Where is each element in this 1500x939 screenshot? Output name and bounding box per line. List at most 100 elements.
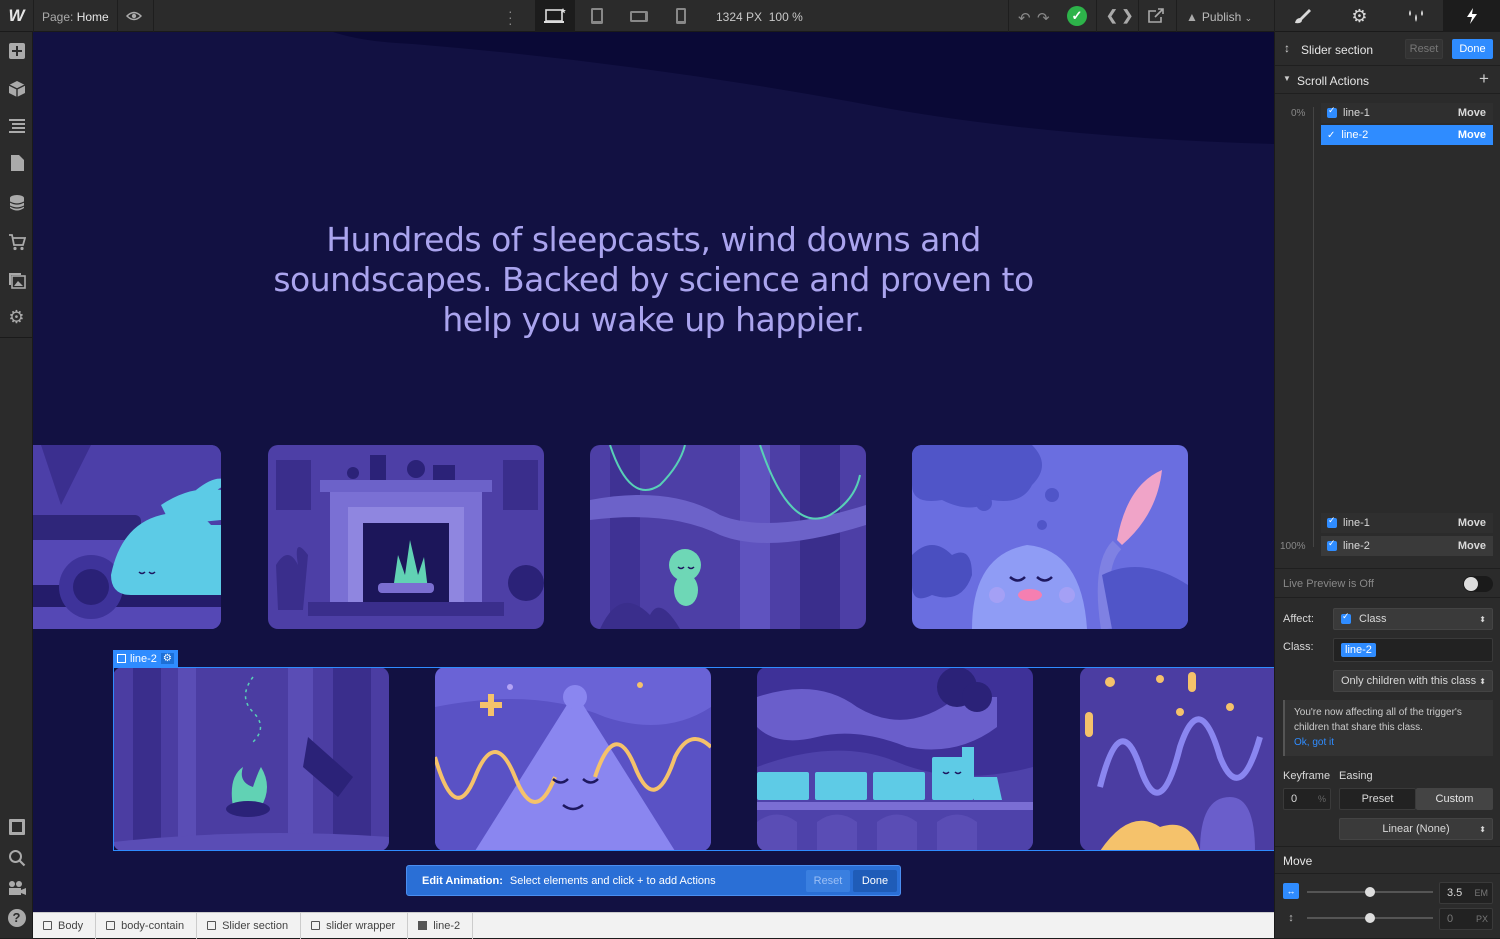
trigger-title: Slider section — [1301, 43, 1374, 57]
top-toolbar: W Page: Home · · · 1324 PX 100 % ↶ ↷ ✓ ❮ ❯… — [0, 0, 1500, 32]
frame-icon[interactable] — [6, 816, 27, 837]
desktop-breakpoint-icon[interactable] — [535, 0, 575, 32]
headline-line-2: soundscapes. Backed by science and prove… — [273, 260, 1034, 299]
element-box-icon — [311, 921, 321, 930]
move-y-value: 0 — [1447, 913, 1454, 925]
easing-select[interactable]: Linear (None) ⬍ — [1339, 818, 1493, 840]
action-target: line-2 — [1343, 540, 1370, 552]
affect-select[interactable]: Class ⬍ — [1333, 608, 1493, 630]
style-tab[interactable] — [1274, 0, 1331, 32]
action-line-2-start[interactable]: ✓ line-2 Move — [1321, 125, 1493, 145]
settings-icon[interactable]: ⚙ — [6, 307, 27, 328]
live-preview-toggle[interactable] — [1463, 576, 1493, 592]
ecommerce-icon[interactable] — [6, 231, 27, 252]
page-prefix: Page: — [42, 10, 74, 24]
image-icon — [418, 921, 428, 930]
webflow-logo[interactable]: W — [0, 0, 33, 32]
action-line-1-end[interactable]: line-1 Move — [1321, 513, 1493, 533]
cat-illustration[interactable] — [33, 445, 221, 629]
move-x-slider-handle[interactable] — [1365, 887, 1375, 897]
checkbox-icon[interactable] — [1327, 105, 1337, 118]
panel-done-button[interactable]: Done — [1452, 39, 1493, 59]
help-icon[interactable]: ? — [6, 907, 27, 928]
wavy-abstract-illustration[interactable] — [1080, 667, 1274, 851]
move-y-slider-handle[interactable] — [1365, 913, 1375, 923]
checkbox-icon[interactable] — [1327, 515, 1337, 528]
crumb-line-2[interactable]: line-2 — [408, 912, 474, 939]
hero-headline[interactable]: Hundreds of sleepcasts, wind downs and s… — [33, 220, 1274, 340]
children-select[interactable]: Only children with this class ⬍ — [1333, 670, 1493, 692]
vertical-arrows-icon: ↕ — [1284, 41, 1290, 55]
mobile-landscape-icon[interactable] — [619, 0, 659, 32]
select-arrows-icon: ⬍ — [1479, 824, 1486, 834]
sleeping-mountain-illustration[interactable] — [435, 667, 711, 851]
interactions-tab[interactable] — [1387, 0, 1444, 32]
tablet-breakpoint-icon[interactable] — [577, 0, 617, 32]
code-export-icon[interactable]: ❮ ❯ — [1106, 7, 1133, 24]
crumb-slider-section[interactable]: Slider section — [197, 912, 302, 939]
children-option: Only children with this class — [1341, 675, 1477, 687]
monkey-jungle-illustration[interactable] — [590, 445, 866, 629]
redo-icon[interactable]: ↷ — [1037, 9, 1050, 27]
left-toolbar: ⚙ ? — [0, 32, 33, 938]
crumb-label: Body — [58, 919, 84, 932]
status-check-icon[interactable]: ✓ — [1067, 6, 1087, 26]
easing-label: Easing — [1339, 770, 1373, 782]
affect-value: Class — [1359, 613, 1387, 625]
navigator-icon[interactable] — [6, 115, 27, 136]
rocket-icon: ▲ — [1186, 10, 1198, 24]
crumb-label: Slider section — [222, 919, 289, 932]
element-settings-icon[interactable]: ⚙ — [160, 653, 174, 664]
class-token[interactable]: line-2 — [1341, 643, 1376, 657]
easing-preset-button[interactable]: Preset — [1339, 788, 1416, 810]
crumb-body-contain[interactable]: body-contain — [96, 912, 198, 939]
edit-done-button[interactable]: Done — [853, 870, 897, 892]
check-icon[interactable]: ✓ — [1327, 130, 1335, 141]
publish-button[interactable]: ▲ Publish ⌄ — [1186, 10, 1252, 24]
move-y-unit: PX — [1475, 914, 1488, 924]
design-canvas[interactable]: Hundreds of sleepcasts, wind downs and s… — [33, 32, 1274, 912]
edit-reset-button[interactable]: Reset — [806, 870, 850, 892]
keyframe-input[interactable]: 0 % — [1283, 788, 1331, 810]
crumb-slider-wrapper[interactable]: slider wrapper — [301, 912, 409, 939]
assets-icon[interactable] — [6, 270, 27, 291]
action-line-2-end[interactable]: line-2 Move — [1321, 536, 1493, 556]
panel-reset-button[interactable]: Reset — [1405, 39, 1443, 59]
select-arrows-icon: ⬍ — [1479, 676, 1486, 686]
move-x-input[interactable]: 3.5 EM — [1439, 882, 1493, 904]
edit-animation-message: Select elements and click + to add Actio… — [509, 874, 716, 887]
page-selector[interactable]: Page: Home — [42, 10, 109, 24]
easing-custom-button[interactable]: Custom — [1416, 788, 1493, 810]
checkbox-icon[interactable] — [1327, 538, 1337, 551]
notice-dismiss-link[interactable]: Ok, got it — [1294, 735, 1484, 750]
fireplace-illustration[interactable] — [268, 445, 544, 629]
undo-icon[interactable]: ↶ — [1018, 9, 1031, 27]
pages-icon[interactable] — [6, 152, 27, 173]
more-options-icon[interactable]: · · · — [508, 4, 513, 30]
components-icon[interactable] — [6, 78, 27, 99]
mobile-portrait-icon[interactable] — [661, 0, 701, 32]
share-icon[interactable] — [1147, 7, 1165, 27]
dreaming-blob-illustration[interactable] — [912, 445, 1188, 629]
selected-element-tag[interactable]: line-2 ⚙ — [113, 650, 178, 667]
end-percent: 100% — [1280, 541, 1306, 552]
cms-icon[interactable] — [6, 192, 27, 213]
campfire-forest-illustration[interactable] — [113, 667, 389, 851]
sleepy-train-illustration[interactable] — [757, 667, 1033, 851]
crumb-body[interactable]: Body — [33, 912, 97, 939]
settings-tab[interactable]: ⚙ — [1331, 0, 1388, 32]
action-line-1-start[interactable]: line-1 Move — [1321, 103, 1493, 123]
move-y-input[interactable]: 0 PX — [1439, 908, 1493, 930]
canvas-zoom: 100 % — [768, 10, 803, 24]
video-icon[interactable] — [6, 877, 27, 898]
add-icon[interactable] — [6, 40, 27, 61]
search-icon[interactable] — [6, 847, 27, 868]
lightning-tab[interactable] — [1443, 0, 1500, 32]
class-input[interactable]: line-2 — [1333, 638, 1493, 662]
preview-eye-icon[interactable] — [125, 9, 143, 26]
add-action-icon[interactable]: + — [1479, 69, 1489, 89]
canvas-width: 1324 PX — [716, 10, 763, 24]
caret-down-icon[interactable]: ▼ — [1283, 74, 1291, 83]
publish-label: Publish — [1201, 10, 1242, 24]
class-label: Class: — [1283, 641, 1314, 653]
